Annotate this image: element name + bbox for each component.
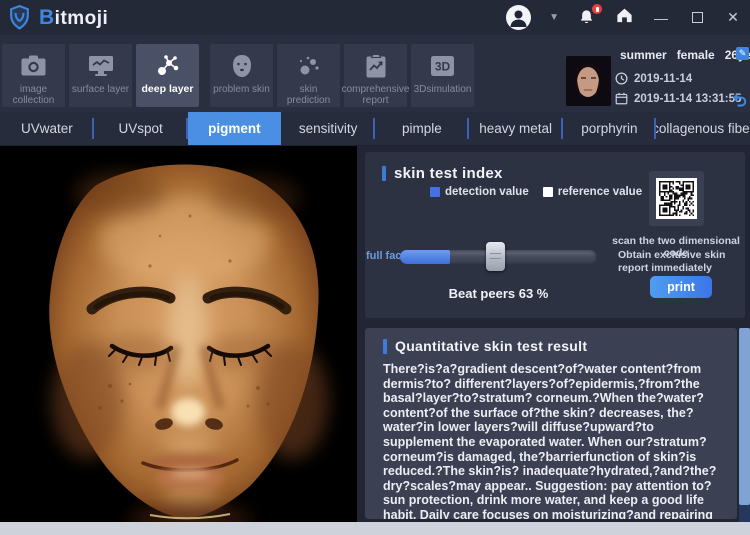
clock-icon	[615, 72, 628, 85]
result-scrollbar[interactable]	[739, 328, 750, 522]
tool-3d-simulation[interactable]: 3D 3Dsimulation	[411, 44, 474, 107]
undo-icon	[730, 92, 747, 108]
tool-image-collection[interactable]: image collection	[2, 44, 65, 107]
toolbar: image collection surface layer	[0, 35, 750, 112]
shield-logo-icon	[8, 5, 31, 30]
tab-porphyrin[interactable]: porphyrin	[563, 112, 657, 145]
qr-code	[656, 178, 697, 219]
scrollbar-thumb[interactable]	[739, 328, 750, 505]
quantitative-result-panel: Quantitative skin test result There?is?a…	[365, 328, 737, 519]
result-body-text: There?is?a?gradient descent?of?water con…	[383, 362, 725, 519]
patient-date-row: 2019-11-14	[615, 72, 692, 85]
camera-icon	[20, 51, 47, 81]
patient-summary: summer female 26years old	[620, 48, 750, 62]
beat-peers-text: Beat peers 63 %	[400, 286, 597, 301]
face-scan-image	[0, 146, 357, 522]
tool-deep-layer[interactable]: deep layer	[136, 44, 199, 107]
legend-detection-value: detection value	[430, 186, 529, 198]
brand-name: Bitmoji	[39, 6, 108, 30]
reference-value-swatch	[543, 187, 553, 197]
notification-badge	[591, 3, 603, 15]
notifications-button[interactable]	[577, 7, 597, 29]
edit-icon[interactable]: ✎	[736, 47, 749, 60]
tool-skin-prediction[interactable]: skin prediction	[277, 44, 340, 107]
section-accent-bar	[383, 339, 387, 354]
face-icon	[229, 51, 255, 81]
patient-date: 2019-11-14	[634, 73, 692, 85]
undo-button[interactable]	[730, 92, 747, 113]
minimize-button[interactable]: —	[652, 10, 670, 26]
tool-label: skin prediction	[277, 84, 340, 106]
title-bar: Bitmoji ▼ —	[0, 0, 750, 35]
result-title: Quantitative skin test result	[395, 338, 587, 354]
monitor-wave-icon	[87, 51, 115, 81]
skin-test-index-title: skin test index	[394, 165, 503, 182]
patient-name: summer	[620, 48, 667, 62]
patient-photo	[566, 56, 611, 106]
tool-surface-layer[interactable]: surface layer	[69, 44, 132, 107]
patient-gender: female	[677, 48, 715, 62]
face-scan-panel	[0, 146, 357, 522]
tool-label: comprehensive report	[340, 84, 412, 106]
dots-icon	[296, 51, 322, 81]
tab-heavy-metal[interactable]: heavy metal	[469, 112, 563, 145]
score-slider-fill	[400, 250, 450, 264]
tab-pigment[interactable]: pigment	[188, 112, 282, 145]
tool-problem-skin[interactable]: problem skin	[210, 44, 273, 107]
tab-sensitivity[interactable]: sensitivity	[281, 112, 375, 145]
qr-tile	[649, 171, 704, 226]
print-button[interactable]: print	[650, 276, 712, 298]
section-accent-bar	[382, 166, 386, 181]
app-window: Bitmoji ▼ —	[0, 0, 750, 535]
tool-label: 3Dsimulation	[412, 84, 474, 95]
legend: detection value reference value	[430, 186, 642, 198]
tab-collagenous-fiber[interactable]: collagenous fiber	[656, 112, 750, 145]
analysis-tab-bar: UVwater UVspot pigment sensitivity pimpl…	[0, 112, 750, 146]
molecule-icon	[154, 51, 182, 81]
patient-datetime: 2019-11-14 13:31:55	[634, 93, 741, 105]
home-icon	[615, 6, 634, 24]
patient-datetime-row: 2019-11-14 13:31:55	[615, 92, 741, 105]
legend-reference-value: reference value	[543, 186, 642, 198]
user-avatar[interactable]	[506, 5, 531, 30]
maximize-button[interactable]	[688, 10, 706, 26]
tab-uvspot[interactable]: UVspot	[94, 112, 188, 145]
clipboard-chart-icon	[364, 51, 388, 81]
calendar-icon	[615, 92, 628, 105]
brand-logo: Bitmoji	[0, 5, 108, 30]
person-icon	[506, 5, 531, 30]
3d-icon: 3D	[429, 51, 456, 81]
tool-label: problem skin	[211, 84, 272, 95]
tool-label: surface layer	[70, 84, 131, 95]
svg-text:3D: 3D	[435, 60, 451, 74]
tab-pimple[interactable]: pimple	[375, 112, 469, 145]
detection-value-swatch	[430, 187, 440, 197]
close-button[interactable]: ✕	[724, 9, 742, 26]
qr-caption-line2: Obtain exclusive skin report immediately	[618, 249, 744, 275]
chevron-down-icon[interactable]: ▼	[549, 12, 559, 23]
score-slider-handle[interactable]	[486, 242, 505, 271]
tool-label: image collection	[2, 84, 65, 106]
tool-comprehensive-report[interactable]: comprehensive report	[344, 44, 407, 107]
bottom-strip	[0, 522, 750, 535]
tab-uvwater[interactable]: UVwater	[0, 112, 94, 145]
tool-label: deep layer	[140, 84, 196, 95]
home-button[interactable]	[615, 6, 634, 29]
